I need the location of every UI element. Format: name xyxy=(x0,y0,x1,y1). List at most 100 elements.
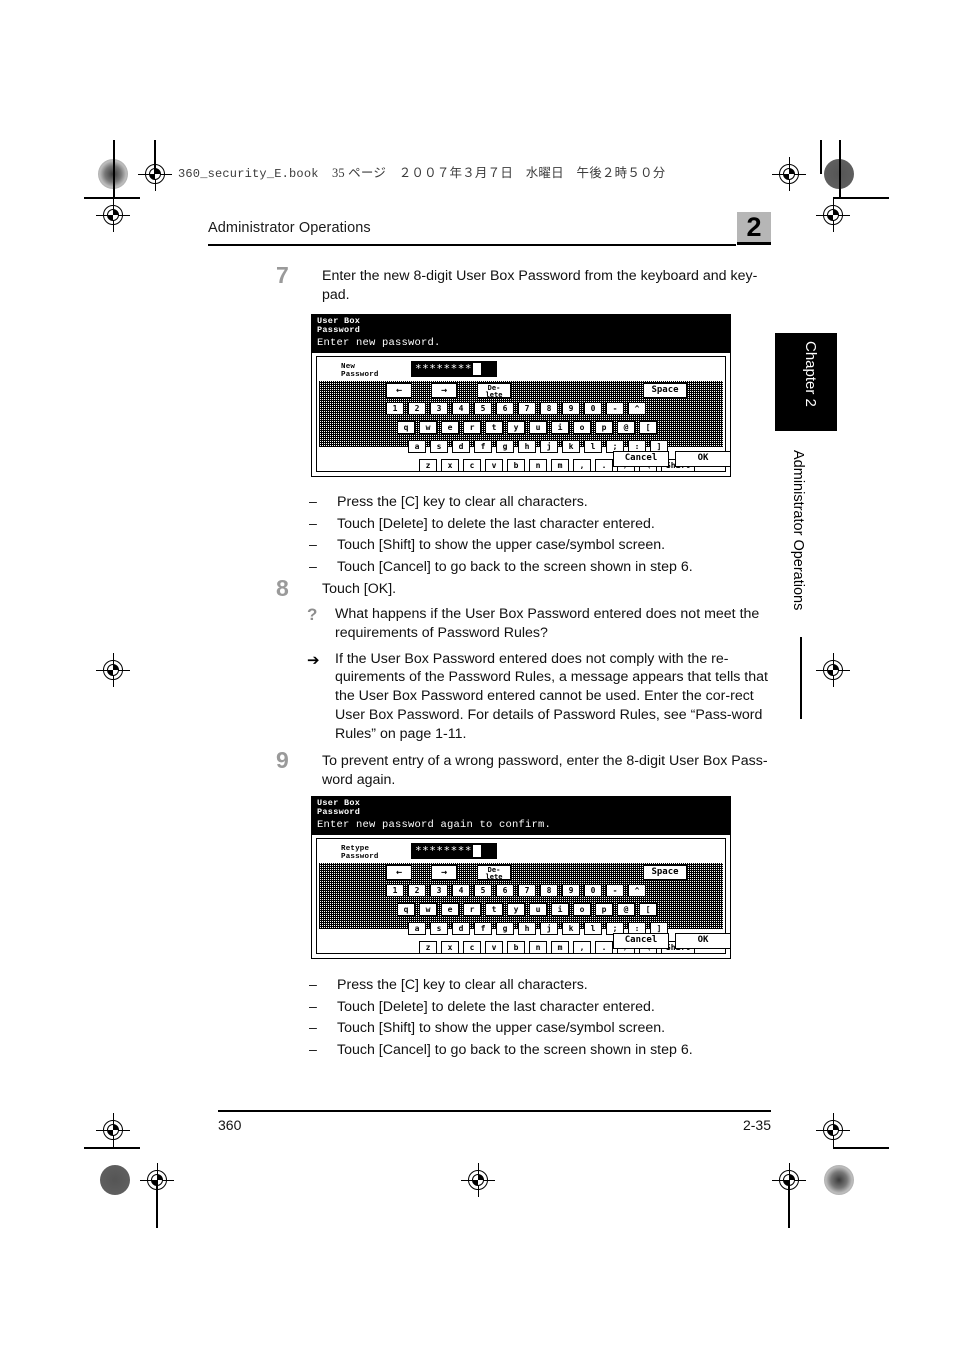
lcd2-key-q[interactable]: q xyxy=(397,903,415,916)
lcd1-key-bracket-left[interactable]: [ xyxy=(639,421,657,434)
lcd2-space-key[interactable]: Space xyxy=(643,865,687,880)
chapter-number-badge: 2 xyxy=(737,212,771,242)
lcd1-key-4[interactable]: 4 xyxy=(452,402,470,415)
lcd1-text-caret xyxy=(473,363,481,375)
lcd1-cursor-right-key[interactable]: → xyxy=(431,383,457,398)
note-item-text: Touch [Delete] to delete the last charac… xyxy=(337,515,655,532)
lcd2-q-row: q w e r t y u i o p @ [ xyxy=(319,903,723,918)
lcd2-number-row: 1 2 3 4 5 6 7 8 9 0- ^ xyxy=(319,884,723,899)
lcd2-key-caret[interactable]: ^ xyxy=(628,884,646,897)
registration-mark-left-upper xyxy=(96,198,130,232)
halftone-circle-bottom-left xyxy=(100,1165,130,1195)
lcd2-key-3[interactable]: 3 xyxy=(430,884,448,897)
lcd-screenshot-retype-password: User Box Password Enter new password aga… xyxy=(311,796,731,959)
lcd1-key-at[interactable]: @ xyxy=(617,421,635,434)
arrow-right-icon: ➔ xyxy=(307,651,320,669)
lcd2-ok-button[interactable]: OK xyxy=(675,933,731,949)
book-header-line: 360_security_E.book 35 ページ ２００７年３月７日 水曜日… xyxy=(178,162,665,181)
lcd1-key-7[interactable]: 7 xyxy=(518,402,536,415)
lcd1-key-2[interactable]: 2 xyxy=(408,402,426,415)
qa-answer-text: If the User Box Password entered does no… xyxy=(335,650,768,742)
lcd1-key-y[interactable]: y xyxy=(507,421,525,434)
lcd1-cancel-button[interactable]: Cancel xyxy=(613,451,669,467)
lcd2-cursor-left-key[interactable]: ← xyxy=(386,865,412,880)
lcd1-key-0[interactable]: 0 xyxy=(584,402,602,415)
lcd2-key-2[interactable]: 2 xyxy=(408,884,426,897)
side-rule xyxy=(800,637,802,719)
dash-bullet: – xyxy=(309,998,317,1015)
lcd2-key-4[interactable]: 4 xyxy=(452,884,470,897)
lcd1-key-3[interactable]: 3 xyxy=(430,402,448,415)
trim-rule-top-right-h xyxy=(833,197,889,199)
note-item-text: Press the [C] key to clear all character… xyxy=(337,977,588,993)
lcd1-password-input[interactable]: ******** xyxy=(411,361,497,377)
lcd2-key-at[interactable]: @ xyxy=(617,903,635,916)
lcd1-key-p[interactable]: p xyxy=(595,421,613,434)
lcd1-key-u[interactable]: u xyxy=(529,421,547,434)
registration-mark-left-middle xyxy=(96,653,130,687)
lcd1-key-w[interactable]: w xyxy=(419,421,437,434)
registration-mark-top-right xyxy=(772,157,806,191)
lcd2-key-p[interactable]: p xyxy=(595,903,613,916)
lcd2-key-hyphen[interactable]: - xyxy=(606,884,624,897)
note-item: – Touch [Delete] to delete the last chara… xyxy=(305,514,775,536)
lcd1-key-caret[interactable]: ^ xyxy=(628,402,646,415)
lcd2-key-e[interactable]: e xyxy=(441,903,459,916)
lcd2-instruction: Enter new password again to confirm. xyxy=(317,819,552,832)
dash-bullet: – xyxy=(309,1041,317,1058)
lcd2-key-0[interactable]: 0 xyxy=(584,884,602,897)
trim-rule-top-right-v xyxy=(839,140,841,198)
registration-mark-right-upper xyxy=(816,198,850,232)
lcd2-edit-row: ← → De- lete Space xyxy=(319,865,723,880)
trim-rule-top-mark-v-right xyxy=(820,140,822,174)
lcd2-key-u[interactable]: u xyxy=(529,903,547,916)
lcd1-ok-button[interactable]: OK xyxy=(675,451,731,467)
lcd2-key-7[interactable]: 7 xyxy=(518,884,536,897)
lcd1-key-hyphen[interactable]: - xyxy=(606,402,624,415)
footer-page-number: 2-35 xyxy=(742,1117,771,1133)
lcd1-delete-key[interactable]: De- lete xyxy=(477,383,511,398)
lcd2-text-caret xyxy=(473,845,481,857)
lcd1-key-q[interactable]: q xyxy=(397,421,415,434)
lcd2-button-row: Cancel OK xyxy=(317,933,731,951)
trim-rule-bottom-left-h xyxy=(84,1147,140,1149)
step-8-number: 8 xyxy=(276,575,289,601)
chapter-tab-label: Chapter 2 xyxy=(802,341,819,407)
lcd1-space-key[interactable]: Space xyxy=(643,383,687,398)
lcd2-key-8[interactable]: 8 xyxy=(540,884,558,897)
lcd2-key-6[interactable]: 6 xyxy=(496,884,514,897)
lcd1-key-9[interactable]: 9 xyxy=(562,402,580,415)
lcd2-key-r[interactable]: r xyxy=(463,903,481,916)
question-icon: ? xyxy=(307,605,318,624)
lcd1-key-5[interactable]: 5 xyxy=(474,402,492,415)
lcd2-key-5[interactable]: 5 xyxy=(474,884,492,897)
footer-rule xyxy=(218,1110,771,1112)
lcd2-key-i[interactable]: i xyxy=(551,903,569,916)
lcd2-key-y[interactable]: y xyxy=(507,903,525,916)
lcd2-password-input[interactable]: ******** xyxy=(411,843,497,859)
lcd2-key-w[interactable]: w xyxy=(419,903,437,916)
lcd2-key-9[interactable]: 9 xyxy=(562,884,580,897)
note-item: – Touch [Shift] to show the upper case/sy… xyxy=(305,535,775,557)
lcd1-cursor-left-key[interactable]: ← xyxy=(386,383,412,398)
registration-mark-left-lower xyxy=(96,1113,130,1147)
lcd1-key-t[interactable]: t xyxy=(485,421,503,434)
dash-bullet: – xyxy=(309,494,317,510)
lcd1-key-6[interactable]: 6 xyxy=(496,402,514,415)
lcd1-key-o[interactable]: o xyxy=(573,421,591,434)
lcd2-field-label-line2: Password xyxy=(341,853,379,861)
step-8-text: Touch [OK]. xyxy=(322,581,397,597)
lcd2-key-bracket-left[interactable]: [ xyxy=(639,903,657,916)
lcd1-key-r[interactable]: r xyxy=(463,421,481,434)
lcd2-cursor-right-key[interactable]: → xyxy=(431,865,457,880)
lcd2-key-1[interactable]: 1 xyxy=(386,884,404,897)
lcd2-cancel-button[interactable]: Cancel xyxy=(613,933,669,949)
running-head: Administrator Operations xyxy=(208,220,736,246)
lcd2-key-o[interactable]: o xyxy=(573,903,591,916)
lcd2-key-t[interactable]: t xyxy=(485,903,503,916)
lcd1-key-e[interactable]: e xyxy=(441,421,459,434)
lcd1-key-i[interactable]: i xyxy=(551,421,569,434)
lcd1-key-8[interactable]: 8 xyxy=(540,402,558,415)
lcd2-delete-key[interactable]: De- lete xyxy=(477,865,511,880)
lcd1-key-1[interactable]: 1 xyxy=(386,402,404,415)
